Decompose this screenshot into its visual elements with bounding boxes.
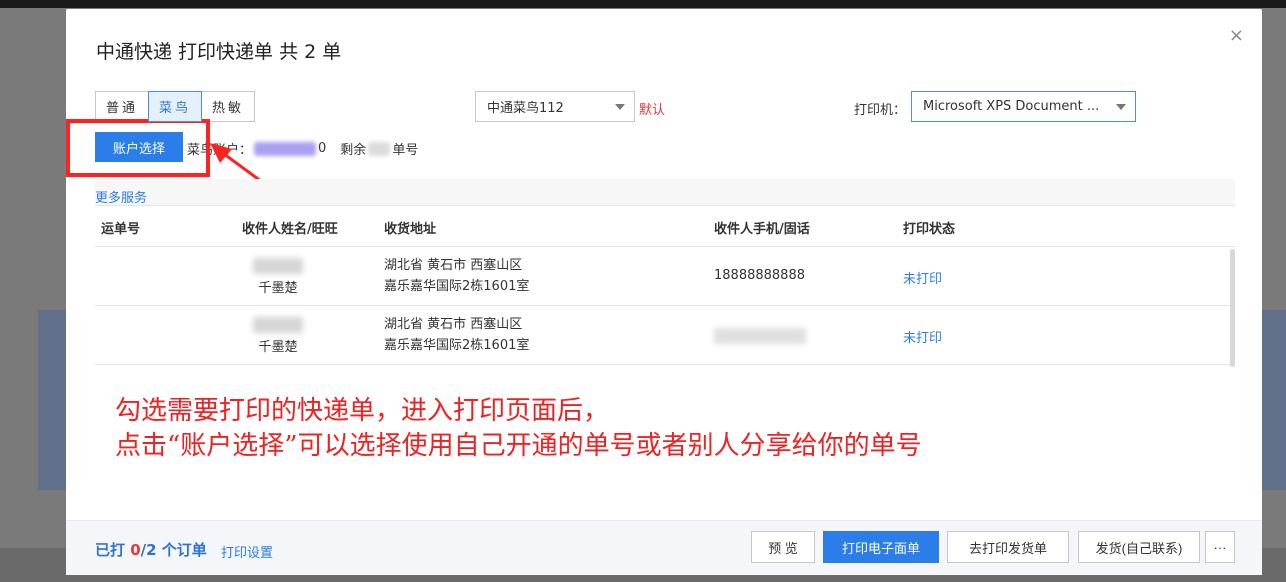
address-line-1: 湖北省 黄石市 西塞山区 [384, 258, 523, 273]
more-services-link[interactable]: 更多服务 [95, 187, 147, 206]
close-icon[interactable]: × [1229, 25, 1244, 46]
table-header: 运单号 收件人姓名/旺旺 收货地址 收件人手机/固话 打印状态 [95, 206, 1235, 247]
table-scrollbar[interactable] [1230, 249, 1235, 367]
background-topbar [0, 0, 1286, 8]
header-address: 收货地址 [384, 222, 437, 237]
phone-cell: 18888888888 [714, 268, 805, 283]
printed-total: /2 个订单 [140, 541, 207, 559]
default-link[interactable]: 默认 [639, 99, 665, 118]
print-status-link[interactable]: 未打印 [903, 268, 942, 287]
more-options-button[interactable]: ··· [1205, 531, 1235, 563]
more-services-bar: 更多服务 [95, 179, 1235, 206]
recipient-name: 千墨楚 [258, 340, 298, 355]
print-invoice-button[interactable]: 去打印发货单 [947, 531, 1069, 563]
print-settings-link[interactable]: 打印设置 [221, 542, 273, 561]
table-row[interactable]: 千墨楚 湖北省 黄石市 西塞山区 嘉乐嘉华国际2栋1601室 188888888… [95, 247, 1235, 306]
printer-label: 打印机： [854, 103, 907, 118]
template-select-value: 中通菜鸟112 [487, 101, 564, 116]
waybill-table: 运单号 收件人姓名/旺旺 收货地址 收件人手机/固话 打印状态 千墨楚 湖北省 … [95, 206, 1235, 365]
address-line-1: 湖北省 黄石市 西塞山区 [384, 317, 523, 332]
printed-count: 已打 0/2 个订单 [95, 539, 207, 560]
address-line-2: 嘉乐嘉华国际2栋1601室 [384, 279, 530, 294]
remaining-unit: 单号 [392, 143, 419, 158]
printed-number: 0 [130, 541, 141, 559]
template-select[interactable]: 中通菜鸟112 [475, 91, 635, 122]
recipient-name: 千墨楚 [258, 281, 298, 296]
print-dialog: 中通快递 打印快递单 共 2 单 × 普通 菜鸟 热敏 中通菜鸟112 默认 打… [66, 9, 1262, 575]
annotation-text: 勾选需要打印的快递单，进入打印页面后， 点击“账户选择”可以选择使用自己开通的单… [115, 394, 922, 464]
remaining-count-redacted [368, 141, 391, 156]
annotation-line-2: 点击“账户选择”可以选择使用自己开通的单号或者别人分享给你的单号 [115, 431, 922, 461]
account-select-button[interactable]: 账户选择 [95, 132, 183, 162]
preview-button[interactable]: 预 览 [751, 531, 815, 563]
tab-cainiao[interactable]: 菜鸟 [148, 91, 202, 122]
chevron-down-icon [1116, 104, 1126, 110]
address-line-2: 嘉乐嘉华国际2栋1601室 [384, 338, 530, 353]
phone-redacted [714, 328, 806, 344]
ship-button[interactable]: 发货(自己联系) [1078, 531, 1200, 563]
recipient-cell: 千墨楚 [243, 258, 313, 296]
wangwang-redacted [253, 258, 303, 274]
account-digit: 0 [318, 141, 327, 156]
printer-select[interactable]: Microsoft XPS Document ... [911, 91, 1136, 122]
remaining-label: 剩余 [340, 143, 367, 158]
wangwang-redacted [253, 317, 303, 333]
recipient-cell: 千墨楚 [243, 317, 313, 355]
printed-prefix: 已打 [95, 541, 131, 559]
background-block [38, 310, 68, 490]
dialog-footer: 已打 0/2 个订单 打印设置 预 览 打印电子面单 去打印发货单 发货(自己联… [66, 520, 1262, 575]
print-status-link[interactable]: 未打印 [903, 327, 942, 346]
address-cell: 湖北省 黄石市 西塞山区 嘉乐嘉华国际2栋1601室 [384, 314, 529, 356]
address-cell: 湖北省 黄石市 西塞山区 嘉乐嘉华国际2栋1601室 [384, 255, 529, 297]
print-mode-tabs: 普通 菜鸟 热敏 [95, 91, 255, 122]
header-phone: 收件人手机/固话 [714, 222, 810, 237]
printer-select-value: Microsoft XPS Document ... [923, 99, 1100, 114]
print-waybill-button[interactable]: 打印电子面单 [823, 531, 939, 563]
header-recipient: 收件人姓名/旺旺 [242, 222, 338, 237]
annotation-line-1: 勾选需要打印的快递单，进入打印页面后， [115, 396, 610, 426]
header-status: 打印状态 [903, 222, 956, 237]
tab-thermal[interactable]: 热敏 [201, 91, 255, 122]
tab-normal[interactable]: 普通 [95, 91, 149, 122]
dialog-title: 中通快递 打印快递单 共 2 单 [96, 41, 342, 63]
chevron-down-icon [615, 104, 625, 110]
header-waybill-no: 运单号 [101, 222, 141, 237]
table-row[interactable]: 千墨楚 湖北省 黄石市 西塞山区 嘉乐嘉华国际2栋1601室 未打印 [95, 306, 1235, 365]
